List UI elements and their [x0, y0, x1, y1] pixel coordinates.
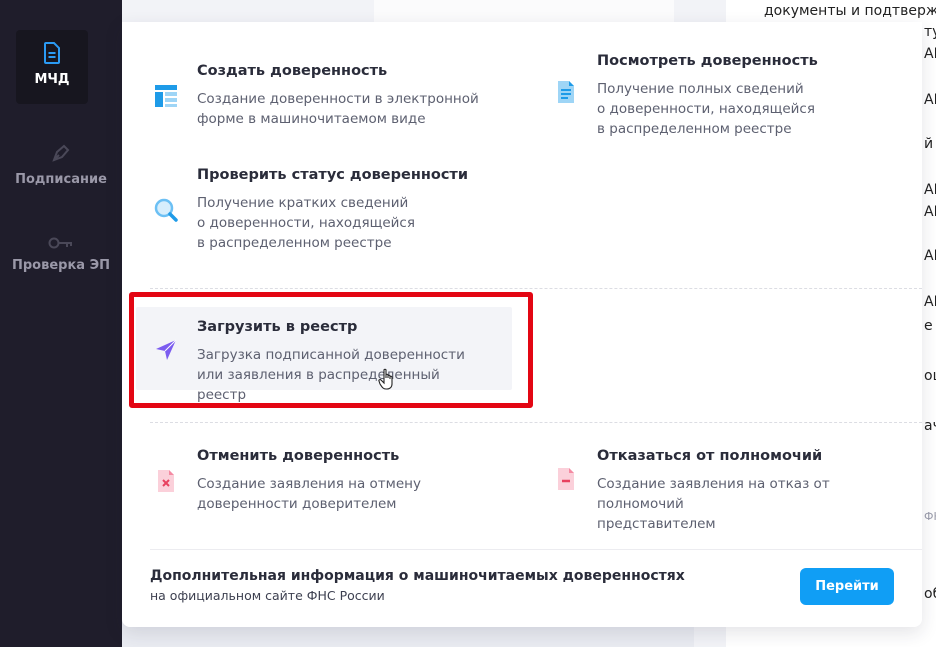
divider: [150, 549, 922, 550]
menu-item-desc: Создание доверенности в электронной форм…: [197, 91, 479, 127]
background-text: ФН: [924, 510, 936, 523]
sidebar-item-label: МЧД: [34, 72, 70, 87]
menu-item-title: Посмотреть доверенность: [597, 53, 818, 69]
form-icon: [155, 85, 177, 107]
menu-item-desc: Создание заявления на отмену доверенност…: [197, 476, 421, 512]
menu-item-title: Проверить статус доверенности: [197, 167, 468, 183]
background-text: ош: [924, 368, 936, 384]
menu-item-desc: Получение кратких сведений о доверенност…: [197, 195, 415, 251]
background-text: AL: [924, 182, 936, 198]
go-button[interactable]: Перейти: [800, 568, 894, 605]
background-text: AL: [924, 92, 936, 108]
key-icon: [48, 237, 72, 249]
menu-item-view[interactable]: Посмотреть доверенность Получение полных…: [553, 53, 883, 139]
document-icon: [44, 42, 60, 64]
background-text: AL: [924, 294, 936, 310]
highlight-annotation-box: [129, 292, 533, 408]
menu-item-title: Отменить доверенность: [197, 448, 400, 464]
background-text: AL: [924, 46, 936, 62]
sidebar-item-signing[interactable]: Подписание: [0, 142, 122, 187]
background-text: об: [924, 586, 936, 602]
menu-item-title: Отказаться от полномочий: [597, 448, 823, 464]
magnifier-icon: [154, 198, 178, 222]
hand-cursor-icon: [378, 368, 393, 390]
footer-info-subtitle: на официальном сайте ФНС России: [150, 588, 385, 603]
file-cancel-icon: [158, 470, 174, 492]
menu-item-desc: Получение полных сведений о доверенности…: [597, 81, 815, 137]
menu-item-refuse-authority[interactable]: Отказаться от полномочий Создание заявле…: [553, 448, 898, 532]
background-text: й: [924, 136, 934, 152]
background-text: документы и подтверж,: [764, 3, 936, 19]
menu-item-check-status[interactable]: Проверить статус доверенности Получение …: [153, 167, 483, 253]
sidebar-item-mchd[interactable]: МЧД: [16, 30, 88, 104]
menu-item-create[interactable]: Создать доверенность Создание довереннос…: [153, 63, 483, 129]
background-text: AL: [924, 248, 936, 264]
pen-icon: [52, 144, 70, 162]
background-text: AL: [924, 204, 936, 220]
footer-info-title: Дополнительная информация о машиночитаем…: [150, 568, 685, 584]
menu-item-title: Создать доверенность: [197, 63, 388, 79]
file-text-icon: [558, 81, 574, 103]
sidebar-item-label: Подписание: [15, 172, 107, 187]
background-text: ач: [924, 418, 936, 434]
sidebar-item-label: Проверка ЭП: [11, 258, 110, 273]
sidebar: МЧД Подписание Проверка ЭП: [0, 0, 122, 647]
background-text: туд: [924, 24, 936, 40]
file-minus-icon: [558, 468, 574, 490]
divider: [150, 422, 922, 423]
menu-item-desc: Создание заявления на отказ от полномочи…: [597, 476, 830, 532]
background-text: е: [924, 318, 933, 334]
mchd-menu-panel: Создать доверенность Создание довереннос…: [122, 22, 922, 627]
divider: [150, 288, 922, 289]
sidebar-item-signature-check[interactable]: Проверка ЭП: [0, 236, 122, 273]
menu-item-cancel-poa[interactable]: Отменить доверенность Создание заявления…: [153, 448, 483, 514]
background-card-top: [374, 0, 674, 22]
